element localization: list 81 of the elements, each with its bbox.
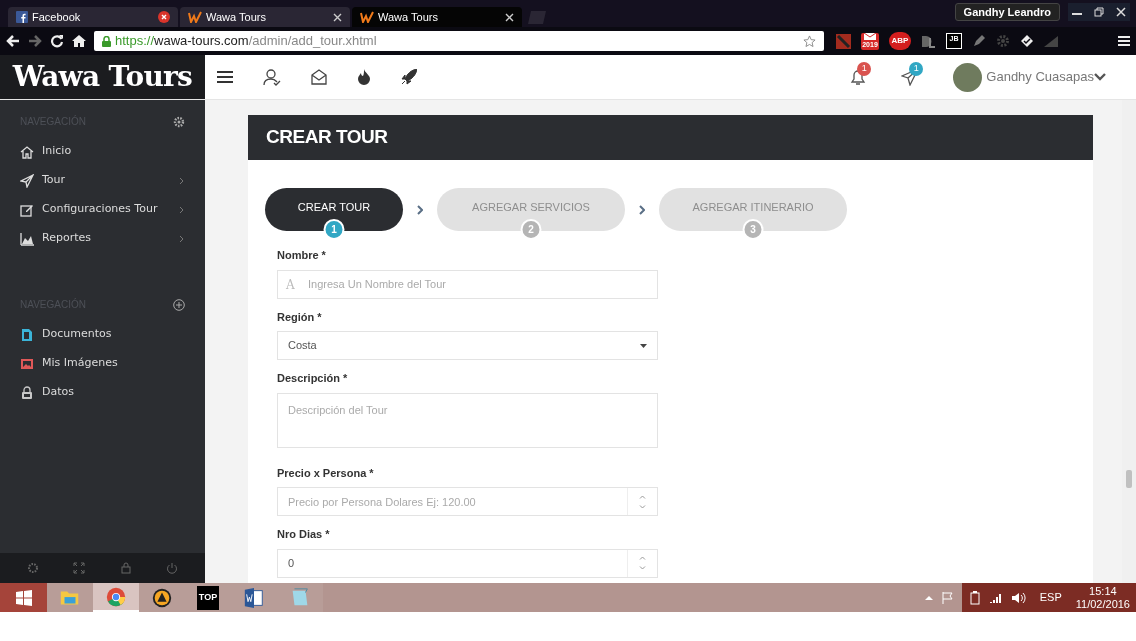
star-icon[interactable] (803, 34, 816, 48)
diamond-icon[interactable] (1020, 34, 1034, 48)
restore-icon[interactable] (1094, 7, 1104, 17)
rocket-icon[interactable] (401, 69, 417, 85)
battery-icon[interactable] (969, 590, 980, 605)
page-title: CREAR TOUR (266, 125, 388, 150)
add-icon[interactable] (173, 298, 185, 311)
start-button[interactable] (0, 583, 47, 612)
windows-icon (15, 589, 32, 606)
fire-icon[interactable] (357, 69, 371, 85)
chevron-right-icon (417, 205, 423, 215)
browser-logo-icon (105, 585, 127, 608)
browser-tab[interactable]: Wawa Tours (180, 7, 350, 27)
profile-button[interactable]: Gandhy Leandro (954, 3, 1060, 21)
address-bar[interactable]: https://wawa-tours.com/admin/add_tour.xhtml (94, 31, 824, 51)
field-label: Nombre * (277, 248, 327, 263)
sidebar-item[interactable]: Documentos (0, 320, 205, 349)
reload-icon[interactable] (50, 34, 64, 48)
select-field[interactable]: Costa (277, 331, 658, 360)
chevron-right-icon (639, 205, 645, 215)
signal-icon[interactable] (989, 592, 1002, 603)
settings-icon[interactable] (27, 562, 40, 574)
field-label: Descripción * (277, 371, 349, 386)
taskbar-button[interactable] (93, 583, 139, 612)
message-badge: 1 (909, 62, 924, 76)
menu-icon[interactable] (217, 70, 233, 84)
home-icon[interactable] (72, 34, 86, 48)
dl-logo-icon[interactable] (921, 33, 936, 49)
w-logo-icon (188, 11, 202, 23)
triangle-logo-icon (151, 586, 173, 609)
field-prefix: A (286, 276, 295, 294)
close-icon[interactable] (1116, 7, 1126, 17)
facebook-icon (16, 11, 28, 23)
sidebar-item[interactable]: Configuraciones Tour (0, 195, 205, 224)
taskbar-button[interactable] (139, 583, 185, 612)
sidebar-item[interactable]: Inicio (0, 137, 205, 166)
envelope-icon (864, 32, 876, 40)
radio-logo: TOP (197, 585, 219, 610)
caret-icon (640, 343, 647, 348)
fullscreen-icon[interactable] (73, 562, 86, 574)
edit-icon (20, 202, 34, 217)
home-icon (20, 144, 34, 159)
avatar[interactable] (953, 62, 983, 92)
browser-tab[interactable]: Wawa Tours (352, 7, 522, 27)
paper-plane-icon (20, 173, 34, 188)
notification-badge: 1 (857, 62, 872, 76)
sidebar-item[interactable]: Reportes (0, 224, 205, 253)
forward-icon[interactable] (28, 34, 42, 48)
chevron-up-icon[interactable] (924, 595, 933, 600)
close-icon[interactable] (505, 12, 514, 22)
language-indicator[interactable]: ESP (1039, 589, 1062, 606)
field-label: Nro Dias * (277, 527, 331, 542)
url-text: https://wawa-tours.com/admin/add_tour.xhtml (115, 32, 378, 51)
close-icon[interactable] (333, 12, 342, 22)
adblock-button[interactable]: ABP (889, 32, 911, 50)
browser-tab[interactable]: Facebook (8, 7, 178, 27)
sidebar-item[interactable]: Mis Imágenes (0, 349, 205, 378)
chart-icon (20, 231, 34, 246)
w-logo-icon (360, 11, 374, 23)
sidebar-item[interactable]: Datos (0, 378, 205, 407)
close-icon[interactable] (158, 11, 170, 23)
scrollbar-thumb[interactable] (1126, 470, 1132, 488)
volume-icon[interactable] (1011, 591, 1026, 604)
sidebar-item[interactable]: Tour (0, 166, 205, 195)
mail-icon[interactable] (311, 69, 327, 85)
field-label: Precio x Persona * (277, 465, 375, 481)
document-app-icon (243, 586, 265, 609)
user-icon[interactable] (263, 68, 281, 86)
clock-date[interactable]: 11/02/2016 (1075, 597, 1130, 611)
pen-icon[interactable] (972, 34, 986, 48)
square-logo-icon[interactable] (836, 33, 851, 49)
back-icon[interactable] (6, 34, 20, 48)
taskbar-button[interactable]: TOP (185, 583, 231, 612)
chevron-down-icon[interactable] (1094, 72, 1106, 82)
user-name[interactable]: Gandhy Cuasapas (986, 67, 1094, 87)
power-icon[interactable] (165, 562, 178, 574)
lock-icon (102, 35, 111, 47)
textarea-field[interactable]: Descripción del Tour (277, 392, 658, 448)
settings-icon[interactable] (173, 115, 185, 128)
clock-time[interactable]: 15:14 (1089, 584, 1117, 598)
field-label: Región * (277, 309, 323, 325)
